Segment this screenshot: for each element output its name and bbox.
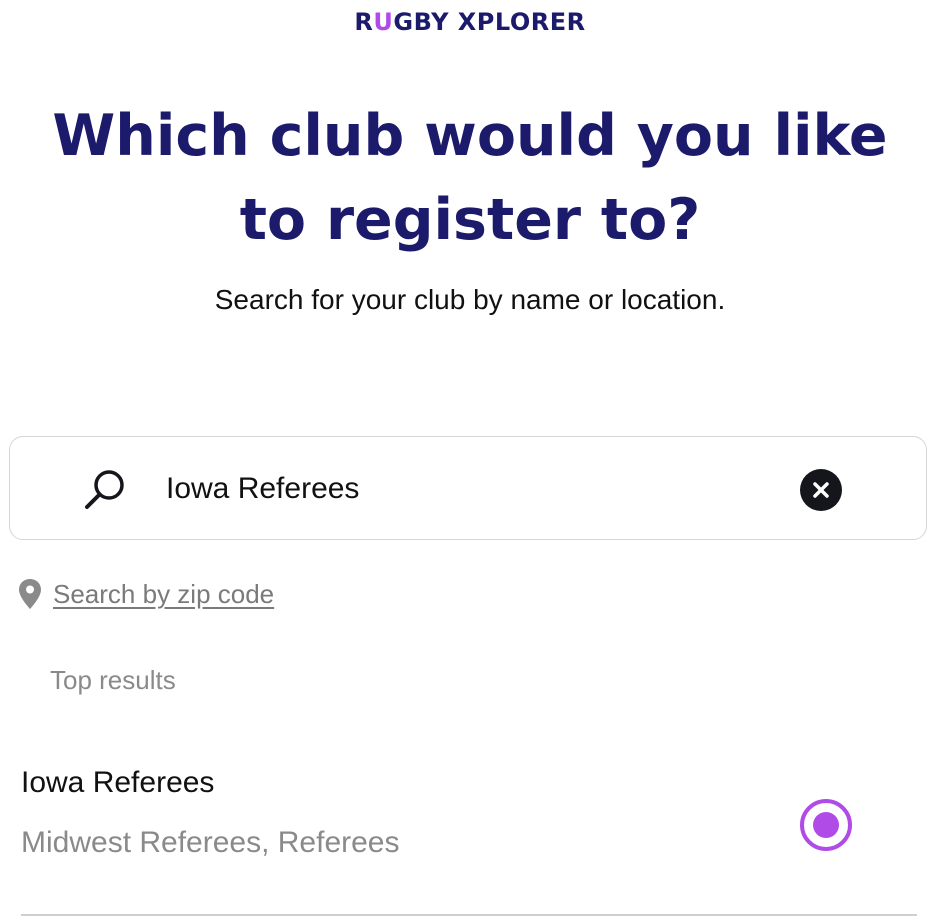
result-name: Iowa Referees (21, 766, 215, 799)
search-icon (82, 467, 128, 513)
logo-text-start: R (354, 8, 374, 36)
map-pin-icon (18, 578, 42, 610)
search-input[interactable] (166, 465, 766, 513)
radio-selected-dot (813, 812, 839, 838)
result-item-iowa-referees[interactable]: Iowa Referees Midwest Referees, Referees (0, 740, 940, 918)
page-subtitle: Search for your club by name or location… (214, 284, 726, 315)
logo-text-end: GBY XPLORER (393, 8, 586, 36)
logo-text-accent: U (373, 8, 394, 36)
app-logo: RUGBY XPLORER (0, 8, 940, 36)
results-heading: Top results (50, 665, 176, 695)
result-divider (21, 914, 917, 916)
close-icon (813, 482, 829, 498)
page-title: Which club would you like to register to… (52, 103, 888, 253)
search-box (9, 436, 927, 540)
clear-search-button[interactable] (800, 469, 842, 511)
search-by-zip-link[interactable]: Search by zip code (53, 576, 274, 612)
result-radio-selected[interactable] (800, 799, 852, 851)
result-subtitle: Midwest Referees, Referees (21, 826, 400, 859)
